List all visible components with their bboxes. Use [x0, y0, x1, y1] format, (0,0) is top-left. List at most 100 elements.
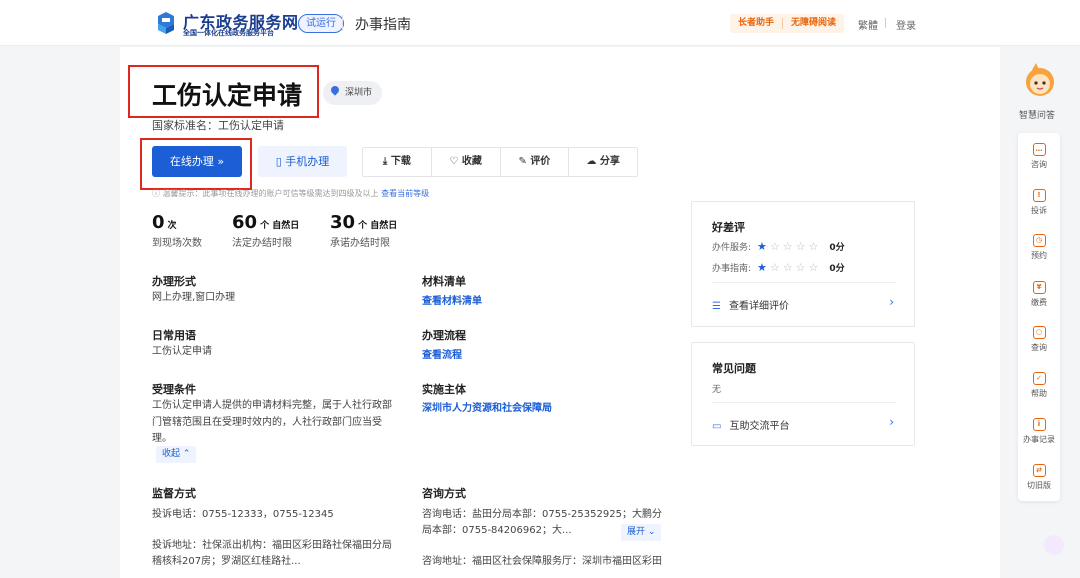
expand-button[interactable]: 展开 ⌄	[621, 524, 662, 541]
side-item-pay[interactable]: ¥ 缴费	[1018, 281, 1060, 308]
rating-score: 0分	[829, 243, 845, 253]
trial-badge: 试运行	[298, 14, 344, 33]
search-icon: ○	[1032, 326, 1046, 339]
stat-unit: 次	[167, 221, 177, 231]
assistant-label[interactable]: 智慧问答	[1019, 108, 1055, 121]
rating-row-guide: 办事指南: ★☆☆☆☆ 0分	[712, 261, 845, 274]
tip-line: ⓘ 温馨提示：此事项在线办理的账户可信等级需达到四级及以上 查看当前等级	[152, 188, 429, 199]
consult-phone: 局本部：0755-84206962；大...	[422, 525, 572, 536]
side-item-consult[interactable]: … 咨询	[1018, 143, 1060, 170]
form-title: 办理形式	[152, 275, 196, 288]
process-link[interactable]: 查看流程	[422, 346, 462, 361]
stat-unit: 个 自然日	[260, 221, 300, 231]
form-value: 网上办理,窗口办理	[152, 292, 236, 303]
entity-link[interactable]: 深圳市人力资源和社会保障局	[422, 399, 552, 414]
download-button[interactable]: ⤓ 下载	[363, 148, 432, 176]
divider	[712, 402, 896, 403]
heart-icon: ♡	[449, 156, 462, 167]
rating-title: 好差评	[712, 221, 745, 234]
entity-title: 实施主体	[422, 383, 466, 396]
side-item-label: 缴费	[1031, 298, 1047, 307]
consult-icon: …	[1032, 143, 1046, 156]
phrase-value: 工伤认定申请	[152, 346, 212, 357]
rating-detail-label: 查看详细评价	[728, 301, 789, 312]
side-item-old-version[interactable]: ⇄ 切旧版	[1018, 464, 1060, 491]
traditional-chinese-link[interactable]: 繁體	[858, 17, 878, 32]
exchange-platform-link[interactable]: ▭ 互助交流平台	[712, 417, 789, 432]
assistant-mascot-icon[interactable]	[1020, 60, 1060, 100]
edit-icon: ✎	[518, 156, 531, 167]
accessible-reading-button[interactable]: 无障碍阅读	[783, 14, 844, 33]
stat-number: 30	[330, 212, 356, 233]
faq-title: 常见问题	[712, 362, 756, 375]
star-icon: ★	[757, 240, 770, 253]
faq-panel: 常见问题 无 ▭ 互助交流平台 ›	[691, 342, 915, 446]
top-header: 广东政务服务网 全国一体化在线政务服务平台 试运行 办事指南 长者助手 无障碍阅…	[0, 0, 1080, 46]
city-label: 深圳市	[345, 88, 373, 98]
header-divider	[342, 15, 343, 31]
share-icon: ☁	[586, 156, 600, 167]
switch-icon: ⇄	[1032, 464, 1046, 477]
stat-legal-limit: 60 个 自然日 法定办结时限	[232, 212, 299, 249]
star-rating[interactable]: ★☆☆☆☆	[757, 261, 821, 274]
rating-panel: 好差评 办件服务: ★☆☆☆☆ 0分 办事指南: ★☆☆☆☆ 0分 ☰ 查看详细评…	[691, 201, 915, 327]
side-toolbar: … 咨询 ! 投诉 ◷ 预约 ¥ 缴费 ○ 查询 ✓ 帮助 i 办事记录 ⇄ 切旧版	[1018, 133, 1060, 501]
stat-number: 60	[232, 212, 258, 233]
accept-line: 门管辖范围且在受理时效内的，人社行政部门应当受	[152, 417, 382, 428]
stat-label: 承诺办结时限	[330, 238, 390, 249]
title-highlight-box	[128, 65, 319, 118]
star-icon: ☆☆☆☆	[769, 261, 822, 274]
supervise-address: 稽核科207房；罗湖区红桂路社...	[152, 556, 301, 567]
side-item-query[interactable]: ○ 查询	[1018, 326, 1060, 353]
location-pin-icon	[329, 84, 341, 96]
complain-icon: !	[1032, 189, 1046, 202]
action-toolbar: ⤓ 下载 ♡ 收藏 ✎ 评价 ☁ 分享	[362, 147, 638, 177]
rating-label: 办事指南:	[712, 264, 752, 274]
rating-detail-link[interactable]: ☰ 查看详细评价	[712, 297, 789, 312]
side-item-records[interactable]: i 办事记录	[1018, 418, 1060, 445]
chevron-right-icon[interactable]: ›	[889, 295, 894, 309]
side-item-label: 切旧版	[1027, 481, 1051, 490]
guangdong-logo-icon[interactable]	[154, 11, 178, 35]
download-icon: ⤓	[382, 156, 391, 167]
favorite-button[interactable]: ♡ 收藏	[432, 148, 501, 176]
section-title: 办事指南	[355, 17, 411, 33]
share-label: 分享	[599, 156, 620, 167]
chat-icon: ▭	[712, 421, 722, 432]
login-link[interactable]: 登录	[896, 17, 916, 32]
button-highlight-box	[140, 138, 252, 190]
faq-value: 无	[712, 385, 722, 395]
stat-label: 到现场次数	[152, 238, 202, 249]
tip-text: 温馨提示：此事项在线办理的账户可信等级需达到四级及以上	[162, 189, 379, 198]
supervise-title: 监督方式	[152, 487, 196, 500]
info-icon: i	[1032, 418, 1046, 431]
trust-level-link[interactable]: 查看当前等级	[381, 189, 429, 198]
side-item-complain[interactable]: ! 投诉	[1018, 189, 1060, 216]
site-subtitle: 全国一体化在线政务服务平台	[183, 29, 274, 37]
elder-helper-button[interactable]: 长者助手	[730, 14, 782, 33]
rating-label: 办件服务:	[712, 243, 752, 253]
mobile-apply-label: 手机办理	[285, 155, 330, 168]
list-icon: ☰	[712, 301, 721, 312]
star-icon: ☆☆☆☆	[769, 240, 822, 253]
evaluate-button[interactable]: ✎ 评价	[501, 148, 570, 176]
ai-floating-icon[interactable]	[1044, 535, 1064, 555]
side-item-label: 咨询	[1031, 160, 1047, 169]
star-icon: ★	[757, 261, 770, 274]
materials-link[interactable]: 查看材料清单	[422, 292, 482, 307]
share-button[interactable]: ☁ 分享	[569, 148, 637, 176]
accessibility-group: 长者助手 无障碍阅读	[730, 14, 845, 33]
mobile-apply-button[interactable]: ▯ 手机办理	[258, 146, 347, 177]
consult-title: 咨询方式	[422, 487, 466, 500]
side-item-help[interactable]: ✓ 帮助	[1018, 372, 1060, 399]
collapse-button[interactable]: 收起 ⌃	[156, 446, 197, 463]
favorite-label: 收藏	[461, 156, 482, 167]
accept-title: 受理条件	[152, 383, 196, 396]
side-item-reserve[interactable]: ◷ 预约	[1018, 234, 1060, 261]
side-item-label: 查询	[1031, 343, 1047, 352]
city-tag[interactable]: 深圳市	[323, 81, 383, 105]
side-item-label: 预约	[1031, 251, 1047, 260]
star-rating[interactable]: ★☆☆☆☆	[757, 240, 821, 253]
chevron-right-icon[interactable]: ›	[889, 415, 894, 429]
materials-title: 材料清单	[422, 275, 466, 288]
